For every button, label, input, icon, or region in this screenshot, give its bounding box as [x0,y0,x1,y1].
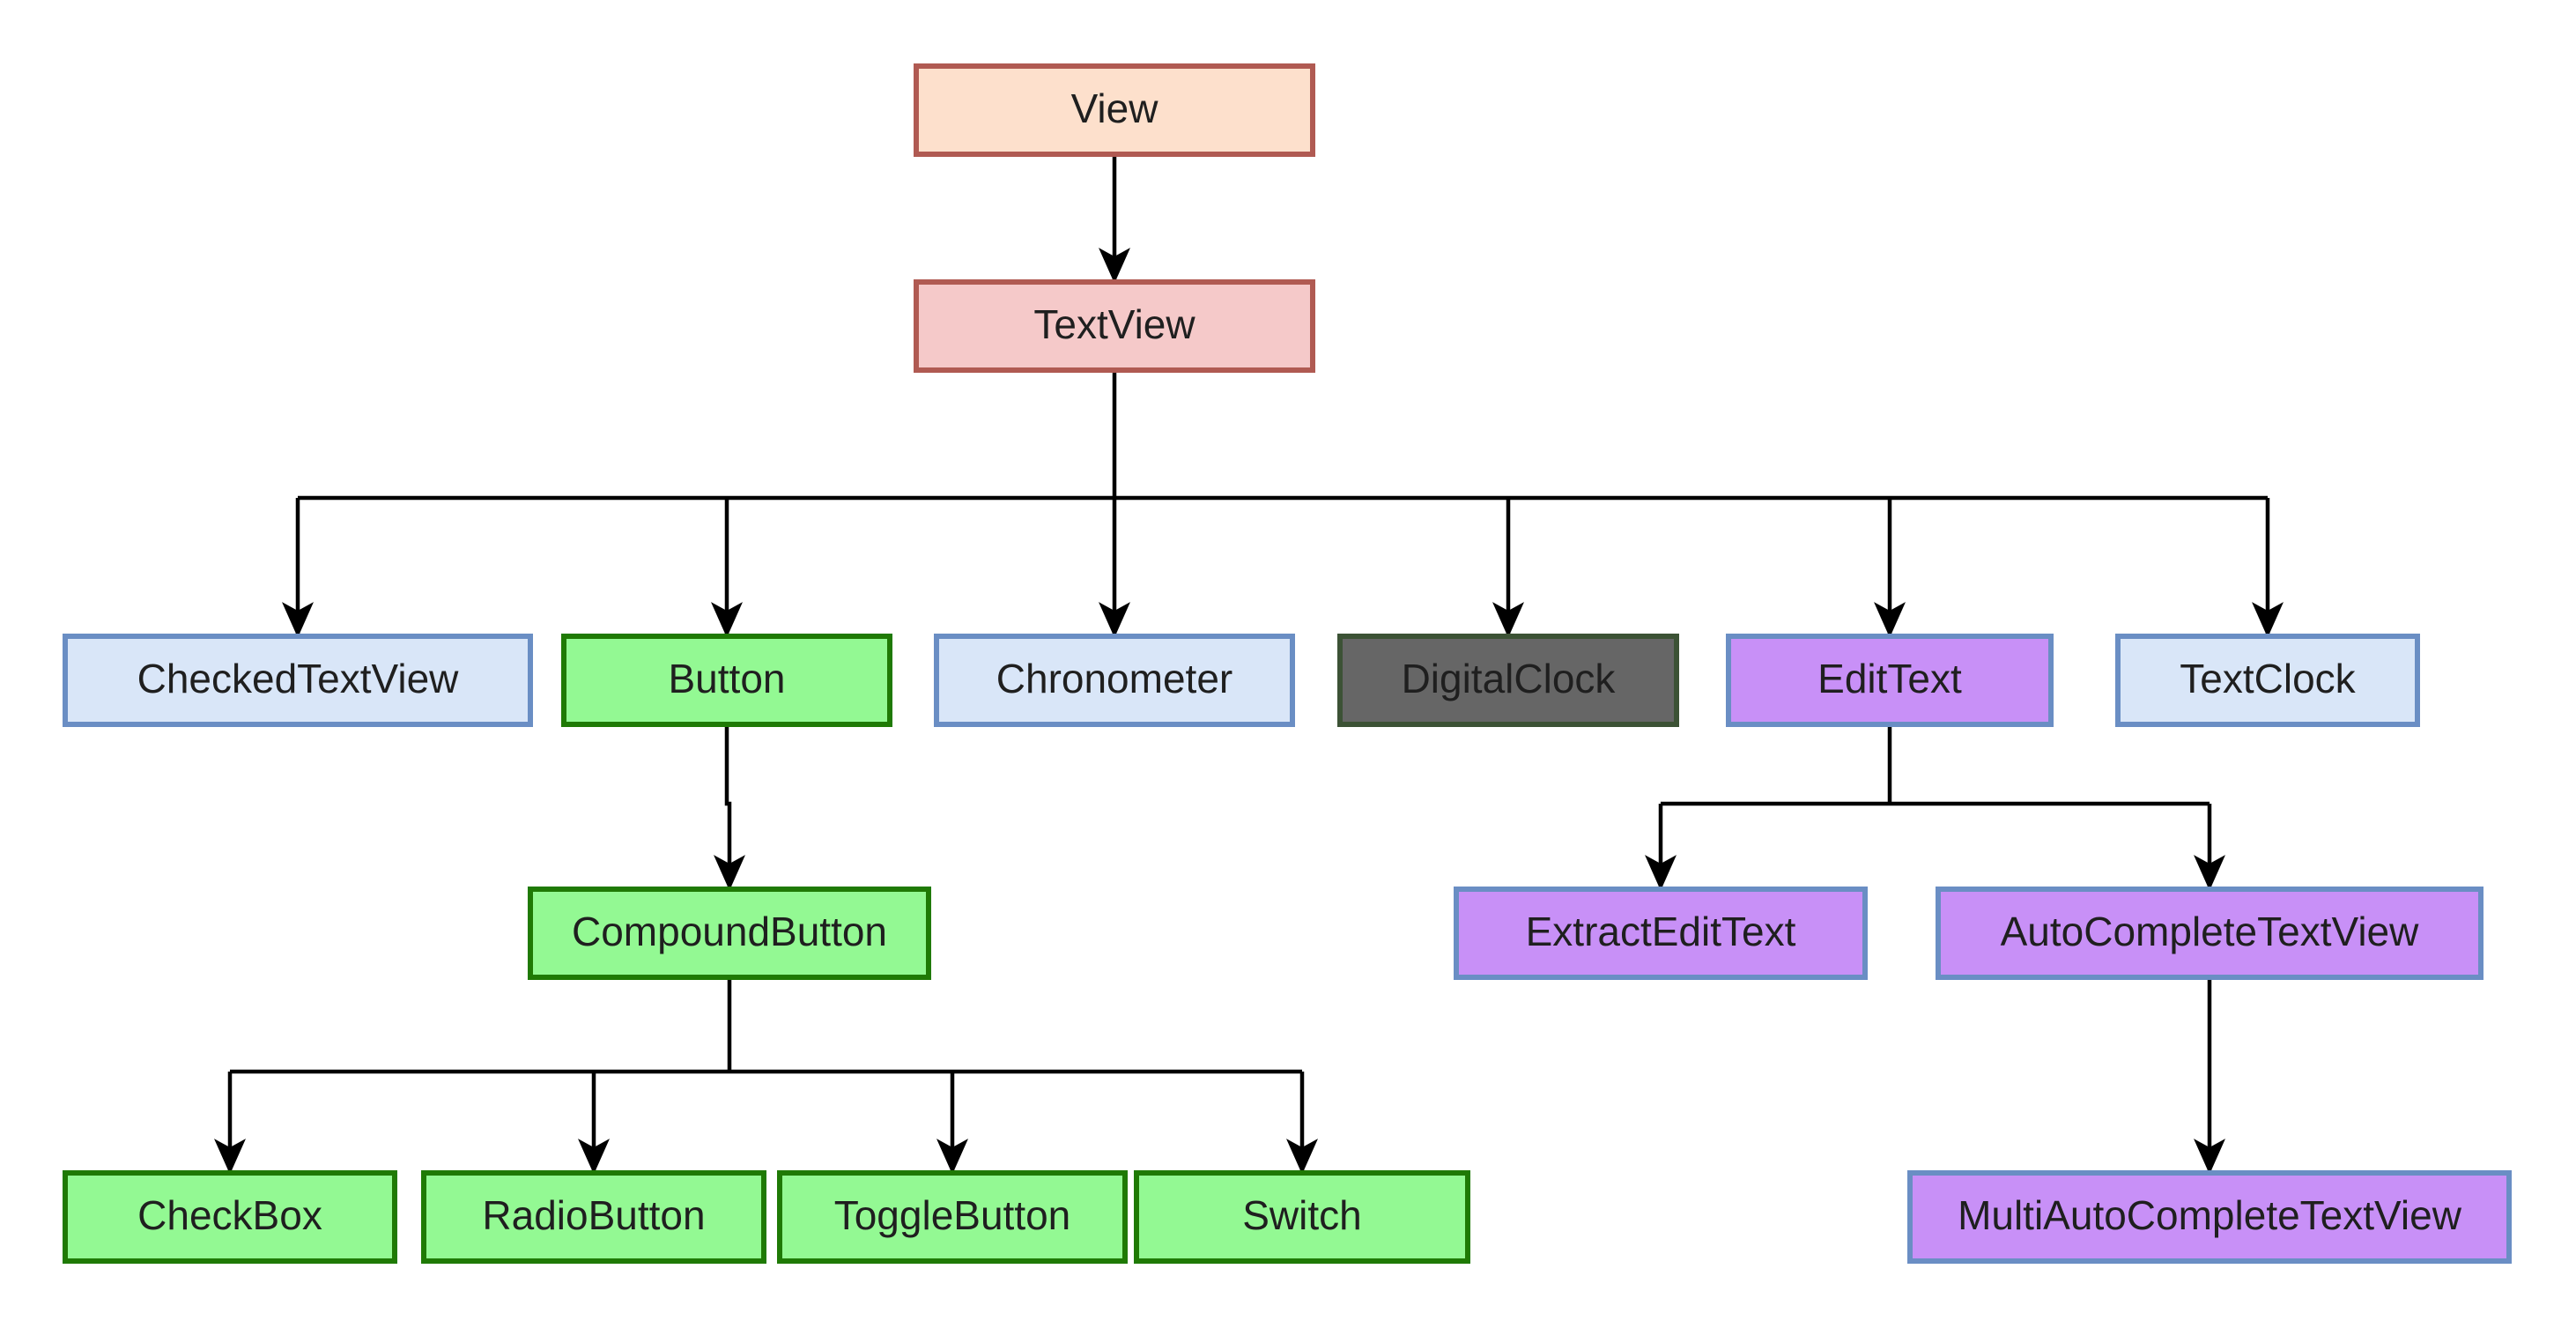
node-label-chronometer: Chronometer [996,656,1232,701]
node-switch[interactable]: Switch [1134,1170,1470,1264]
node-radiobutton[interactable]: RadioButton [421,1170,766,1264]
node-label-multiautocompletetextview: MultiAutoCompleteTextView [1958,1192,2462,1238]
node-autocompletetextview[interactable]: AutoCompleteTextView [1936,887,2483,980]
node-label-button: Button [669,656,786,701]
node-label-togglebutton: ToggleButton [834,1192,1071,1238]
node-label-switch: Switch [1242,1192,1361,1238]
node-multiautocompletetextview[interactable]: MultiAutoCompleteTextView [1907,1170,2512,1264]
node-label-extractedittext: ExtractEditText [1526,909,1796,954]
node-extractedittext[interactable]: ExtractEditText [1454,887,1868,980]
edge-bus-edittext [1661,724,2210,806]
flowchart-diagram: View TextView CheckedTextView Button Chronom… [0,0,2576,1343]
node-label-edittext: EditText [1817,656,1962,701]
edge-button-to-compoundbutton [714,724,745,891]
node-compoundbutton[interactable]: CompoundButton [528,887,931,980]
flowchart-canvas: View TextView CheckedTextView Button Chronom… [63,63,2512,1264]
edge-bus-textview [298,370,2268,501]
node-button[interactable]: Button [561,634,892,727]
node-togglebutton[interactable]: ToggleButton [777,1170,1128,1264]
node-digitalclock[interactable]: DigitalClock [1337,634,1679,727]
node-label-textclock: TextClock [2180,656,2356,701]
node-label-checkbox: CheckBox [137,1192,322,1238]
node-textclock[interactable]: TextClock [2115,634,2420,727]
node-label-radiobutton: RadioButton [482,1192,705,1238]
node-label-autocompletetextview: AutoCompleteTextView [2001,909,2420,954]
node-label-digitalclock: DigitalClock [1402,656,1617,701]
node-layer: View TextView CheckedTextView Button Chronom… [63,63,2512,1264]
node-view[interactable]: View [914,63,1315,157]
node-label-textview: TextView [1033,301,1195,347]
node-textview[interactable]: TextView [914,279,1315,373]
node-checkbox[interactable]: CheckBox [63,1170,397,1264]
node-checkedtextview[interactable]: CheckedTextView [63,634,533,727]
node-label-checkedtextview: CheckedTextView [137,656,460,701]
node-chronometer[interactable]: Chronometer [934,634,1295,727]
edge-bus-compoundbutton [230,977,1302,1074]
node-label-view: View [1071,85,1159,131]
node-label-compoundbutton: CompoundButton [572,909,887,954]
node-edittext[interactable]: EditText [1726,634,2054,727]
